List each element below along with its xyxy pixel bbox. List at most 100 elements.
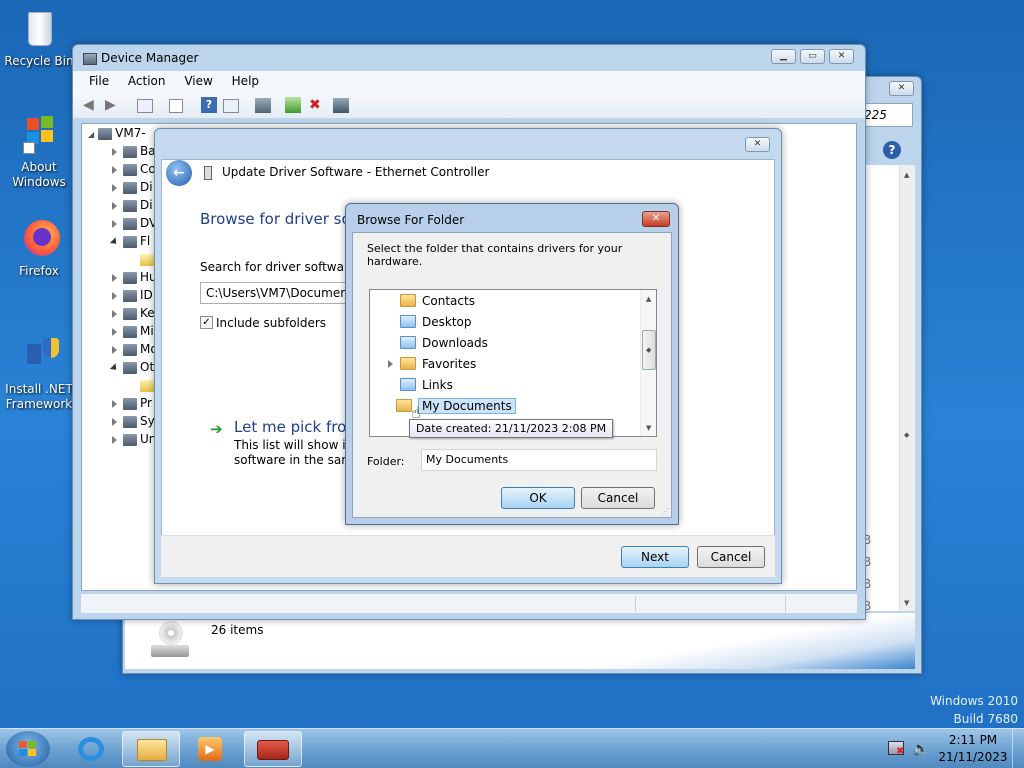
tree-item[interactable]: Pr [112, 394, 152, 412]
pick-link[interactable]: Let me pick from [234, 418, 361, 436]
address-box[interactable]: 225 [861, 103, 913, 127]
green-arrow-icon: ➔ [210, 420, 223, 438]
tree-root[interactable]: ◢ VM7- [88, 124, 146, 142]
expand-arrow-icon[interactable] [112, 327, 117, 336]
menu-action[interactable]: Action [128, 74, 166, 88]
expand-arrow-icon[interactable] [112, 435, 117, 444]
scrollbar[interactable]: ▲ ◆ ▼ [899, 165, 915, 611]
show-desktop-button[interactable] [1012, 729, 1024, 768]
tree-item[interactable]: Ke [112, 304, 155, 322]
cancel-button[interactable]: Cancel [581, 487, 655, 509]
tree-item[interactable]: Di [112, 178, 153, 196]
expand-arrow-icon[interactable] [112, 147, 117, 156]
clock-date[interactable]: 21/11/2023 [938, 750, 1008, 764]
folder-item[interactable]: Links [400, 375, 453, 395]
expand-arrow-icon[interactable] [112, 183, 117, 192]
close-button[interactable]: ✕ [889, 81, 914, 96]
expand-arrow-icon[interactable] [388, 360, 393, 368]
desktop-icon-install-net[interactable]: Install .NET Framework [4, 336, 74, 412]
expand-arrow-icon[interactable] [112, 219, 117, 228]
expand-arrow-icon[interactable] [112, 273, 117, 282]
tree-item[interactable]: Ba [112, 142, 156, 160]
taskbar-device-manager[interactable] [244, 731, 302, 767]
cancel-button[interactable]: Cancel [697, 546, 765, 568]
tree-item[interactable]: Ot [109, 358, 154, 376]
toolbar: ◀ ▶ ? ✖ [73, 93, 865, 119]
browse-folder-dialog[interactable]: Browse For Folder ✕ Select the folder th… [345, 203, 679, 525]
folder-item[interactable]: Favorites [388, 354, 476, 374]
pick-desc2: software in the same [234, 453, 361, 467]
tree-scrollbar[interactable]: ▲ ◆ ▼ [640, 290, 656, 436]
desktop-icon-firefox[interactable]: Firefox [4, 218, 74, 279]
device-icon [123, 361, 137, 374]
menu-view[interactable]: View [184, 74, 212, 88]
resize-grip[interactable]: ⋰ [661, 507, 669, 516]
enable-icon[interactable] [333, 98, 349, 113]
view-icon[interactable] [223, 99, 239, 113]
desktop-icon-about-windows[interactable]: About Windows [4, 114, 74, 190]
folder-icon [400, 336, 416, 349]
folder-item[interactable]: Contacts [400, 291, 475, 311]
scan-icon[interactable] [255, 98, 271, 113]
back-button[interactable]: ← [166, 160, 192, 186]
expand-arrow-icon[interactable] [112, 291, 117, 300]
tree-item[interactable]: Fl [109, 232, 150, 250]
list-icon[interactable] [169, 99, 183, 113]
expand-arrow-icon[interactable] [112, 345, 117, 354]
close-button[interactable]: ✕ [829, 49, 854, 64]
expand-arrow-icon[interactable] [112, 165, 117, 174]
folder-input[interactable]: My Documents [421, 449, 657, 471]
menu-file[interactable]: File [89, 74, 109, 88]
update-driver-icon[interactable] [285, 97, 301, 113]
start-button[interactable] [6, 731, 50, 767]
include-subfolders-checkbox[interactable]: ✓ [200, 316, 213, 329]
ok-button[interactable]: OK [501, 487, 575, 509]
expand-arrow-icon[interactable] [112, 201, 117, 210]
tree-item[interactable]: Mo [112, 340, 158, 358]
expand-arrow-icon[interactable] [112, 417, 117, 426]
file-list[interactable]: ▲ ◆ ▼ B B B B [863, 165, 915, 613]
expand-arrow-icon[interactable] [112, 309, 117, 318]
minimize-button[interactable]: ▁ [771, 49, 796, 64]
close-button[interactable]: ✕ [642, 211, 670, 227]
volume-icon[interactable]: 🔈 [912, 741, 929, 757]
path-input[interactable]: C:\Users\VM7\Documents [200, 282, 360, 304]
next-button[interactable]: Next [621, 546, 689, 568]
watermark-line1: Windows 2010 [930, 694, 1018, 708]
uninstall-icon[interactable]: ✖ [309, 97, 321, 113]
tree-item[interactable]: Hu [112, 268, 157, 286]
tree-item[interactable]: Mi [112, 322, 154, 340]
tree-item[interactable]: DV [112, 214, 157, 232]
tree-item[interactable]: Un [112, 430, 156, 448]
tree-item-label: Ke [140, 306, 155, 320]
taskbar-media-player[interactable]: ▶ [182, 731, 240, 767]
tree-item[interactable]: Di [112, 196, 153, 214]
folder-item[interactable]: Desktop [400, 312, 472, 332]
hand-cursor-icon: ☝ [411, 403, 421, 422]
desktop-icon-recycle-bin[interactable]: Recycle Bin [4, 8, 74, 69]
address-fragment: 225 [864, 108, 887, 122]
menu-help[interactable]: Help [232, 74, 259, 88]
properties-icon[interactable] [137, 99, 153, 113]
device-manager-icon [83, 53, 97, 65]
tree-item[interactable]: Co [112, 160, 156, 178]
tree-item[interactable]: Sy [112, 412, 155, 430]
device-icon [123, 415, 137, 428]
help-icon[interactable]: ? [883, 141, 901, 159]
help-icon[interactable]: ? [201, 97, 217, 113]
taskbar-explorer[interactable] [122, 731, 180, 767]
close-button[interactable]: ✕ [745, 137, 770, 152]
taskbar-internet-explorer[interactable] [62, 731, 120, 767]
ethernet-icon [204, 166, 212, 180]
folder-item[interactable]: Downloads [400, 333, 488, 353]
expand-arrow-icon[interactable] [112, 399, 117, 408]
clock-time[interactable]: 2:11 PM [946, 733, 1000, 747]
maximize-button[interactable]: ▭ [800, 49, 825, 64]
network-icon[interactable]: ✖ [888, 741, 904, 757]
back-arrow-icon[interactable]: ◀ [83, 97, 94, 113]
tree-item[interactable]: ID [112, 286, 153, 304]
collapse-arrow-icon[interactable] [109, 236, 120, 247]
forward-arrow-icon[interactable]: ▶ [105, 97, 116, 113]
collapse-arrow-icon[interactable] [109, 362, 120, 373]
device-icon [123, 235, 137, 248]
